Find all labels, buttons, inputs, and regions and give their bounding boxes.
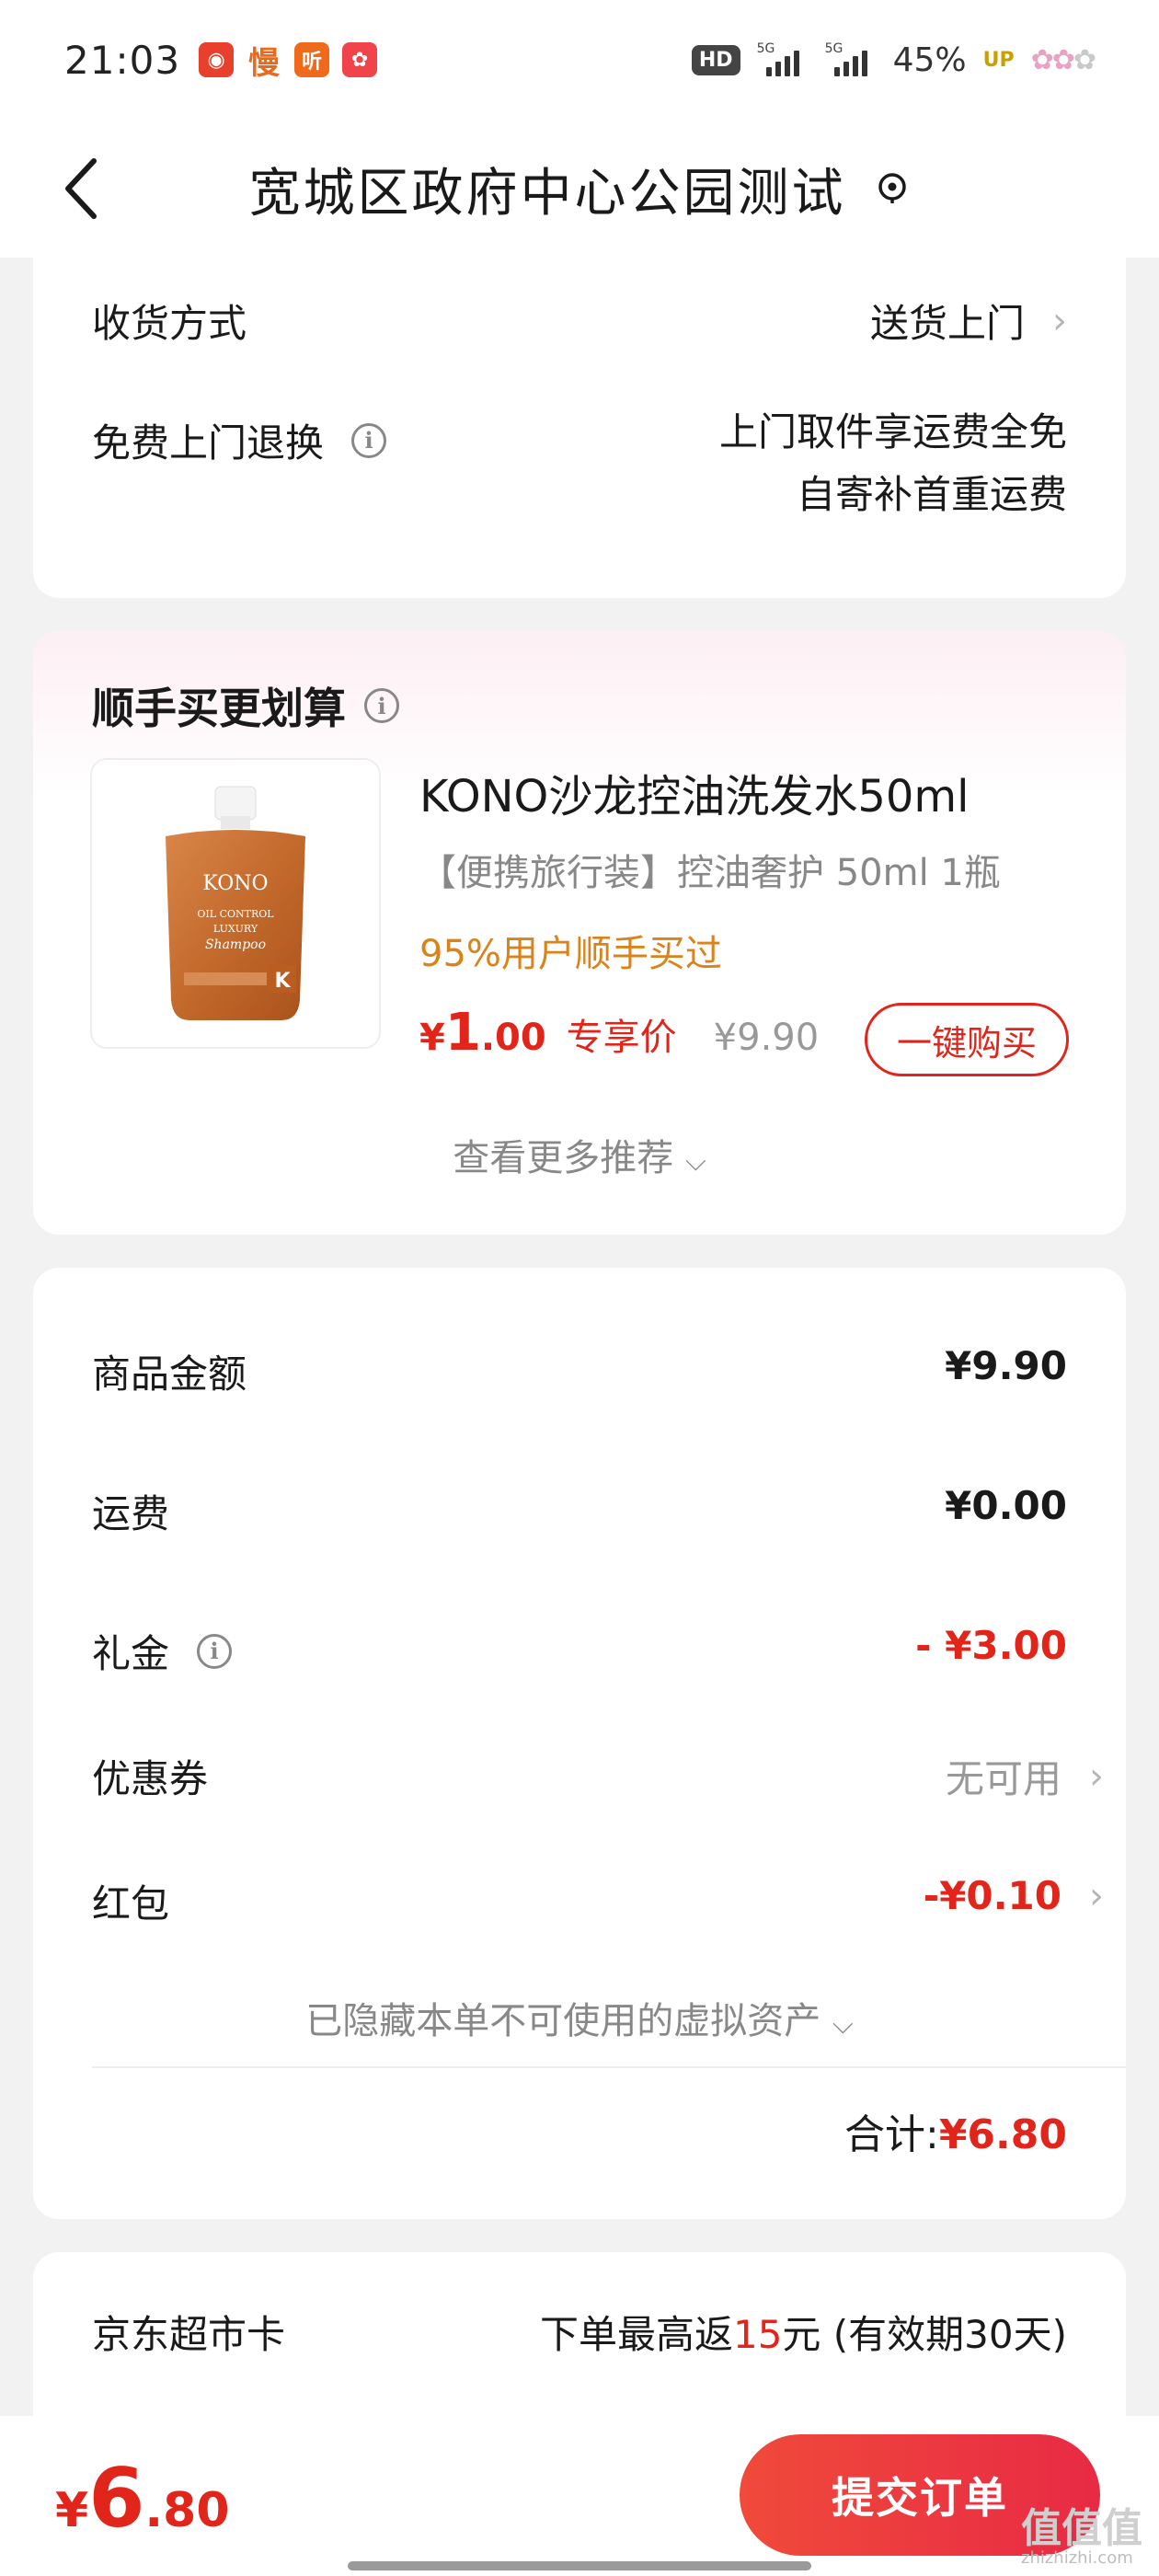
coupon-value: 无可用 › <box>946 1748 1104 1804</box>
hidden-assets-link[interactable]: 已隐藏本单不可使用的虚拟资产 ⌵ <box>33 1991 1126 2044</box>
product-spec: 【便携旅行装】控油奢护 50ml 1瓶 <box>419 852 1001 894</box>
coupon-label: 优惠券 <box>92 1756 209 1801</box>
product-image-line-1: OIL CONTROL <box>197 908 274 920</box>
info-icon[interactable]: i <box>197 1633 233 1669</box>
status-bar: 21:03 ◉ 慢 听 ✿ HD 5G 5G 45% UP ✿✿✿ <box>0 0 1159 120</box>
redpacket-value-text: -¥0.10 <box>923 1873 1061 1918</box>
gift-row: 礼金 i - ¥3.00 <box>92 1623 1067 1679</box>
battery-level: 45% <box>892 40 967 79</box>
summary-divider <box>92 2066 1126 2068</box>
watermark-url: zhizhizhi.com <box>1021 2548 1133 2568</box>
redpacket-row[interactable]: 红包 -¥0.10 › <box>92 1873 1104 1929</box>
hd-icon: HD <box>691 44 740 75</box>
bottom-bar: ¥6.80 提交订单 <box>0 2416 1159 2576</box>
bottom-price-int: 6 <box>88 2451 145 2546</box>
chevron-right-icon: › <box>1052 299 1067 342</box>
free-return-text: 免费上门退换 <box>92 420 325 466</box>
jd-card[interactable]: 京东超市卡 下单最高返15元 (有效期30天) <box>33 2252 1126 2416</box>
recommend-card: 顺手买更划算 i KONO OIL CONTROL LUXURY Shampoo… <box>33 631 1126 1235</box>
product-brand-text: KONO <box>202 872 268 895</box>
gift-label: 礼金 <box>92 1631 170 1676</box>
jd-offer-amount: 15 <box>732 2312 783 2357</box>
bottom-price-yen: ¥ <box>55 2483 89 2538</box>
watermark-logo: 值值值 <box>1021 2505 1142 2552</box>
delivery-method-text: 送货上门 <box>869 301 1025 346</box>
shampoo-pouch-image: KONO OIL CONTROL LUXURY Shampoo K <box>166 786 305 1020</box>
redpacket-label: 红包 <box>92 1881 170 1926</box>
jd-offer-pre: 下单最高返 <box>539 2312 733 2357</box>
ting-icon: 听 <box>294 42 330 77</box>
goods-amount-label: 商品金额 <box>92 1351 247 1397</box>
shipping-label: 运费 <box>92 1491 170 1536</box>
free-return-label: 免费上门退换 i <box>92 412 387 468</box>
product-image-line-3: Shampoo <box>205 937 266 952</box>
delivery-method-label: 收货方式 <box>92 301 247 346</box>
address-title[interactable]: 宽城区政府中心公园测试 <box>249 152 846 226</box>
star-icons: ✿✿✿ <box>1030 43 1096 76</box>
total-label: 合计: <box>843 2111 939 2158</box>
one-click-buy-button[interactable]: 一键购买 <box>865 1003 1069 1076</box>
price-summary-card: 商品金额 ¥9.90 运费 ¥0.00 礼金 i - ¥3.00 优惠券 无可用… <box>33 1268 1126 2219</box>
chevron-right-icon: › <box>1089 1754 1104 1798</box>
product-image-line-2: LUXURY <box>213 923 258 935</box>
signal-icon-2: 5G <box>825 41 877 78</box>
original-price: ¥9.90 <box>713 1017 820 1059</box>
manman-icon: 慢 <box>247 42 282 82</box>
jd-card-row: 京东超市卡 下单最高返15元 (有效期30天) <box>92 2304 1067 2360</box>
price-yen: ¥ <box>419 1017 445 1059</box>
gift-label-group: 礼金 i <box>92 1623 233 1679</box>
signal-icon: 5G <box>757 41 809 78</box>
status-time: 21:03 <box>64 37 181 83</box>
product-image-mark: K <box>274 970 291 993</box>
jd-card-offer: 下单最高返15元 (有效期30天) <box>540 2304 1067 2360</box>
netease-music-icon: ◉ <box>199 42 235 77</box>
redpacket-value: -¥0.10 › <box>924 1873 1104 1918</box>
info-icon[interactable]: i <box>351 422 387 458</box>
chevron-down-icon: ⌵ <box>684 1145 706 1178</box>
back-arrow-icon[interactable] <box>55 152 110 225</box>
shipping-value: ¥0.00 <box>945 1483 1067 1528</box>
coupon-row[interactable]: 优惠券 无可用 › <box>92 1748 1104 1804</box>
delivery-method-row[interactable]: 收货方式 送货上门 › <box>92 293 1067 349</box>
delivery-card: 收货方式 送货上门 › 免费上门退换 i 上门取件享运费全免 自寄补首重运费 <box>33 230 1126 598</box>
free-return-line-2: 自寄补首重运费 <box>796 472 1067 517</box>
shipping-row: 运费 ¥0.00 <box>92 1483 1067 1539</box>
total-value: ¥6.80 <box>938 2111 1067 2158</box>
jd-card-label: 京东超市卡 <box>92 2312 286 2357</box>
recommend-title-text: 顺手买更划算 <box>92 684 346 733</box>
bottom-total-price: ¥6.80 <box>55 2451 230 2546</box>
info-icon[interactable]: i <box>364 688 399 723</box>
price-dec: .00 <box>480 1017 546 1059</box>
up-icon: UP <box>982 48 1015 72</box>
status-app-icons: ◉ 慢 听 ✿ <box>199 42 378 82</box>
hidden-assets-text: 已隐藏本单不可使用的虚拟资产 <box>305 2000 821 2042</box>
product-image[interactable]: KONO OIL CONTROL LUXURY Shampoo K <box>90 758 381 1049</box>
chevron-down-icon: ⌵ <box>832 2008 854 2041</box>
delivery-method-value: 送货上门 › <box>870 293 1067 349</box>
free-return-row: 免费上门退换 i 上门取件享运费全免 自寄补首重运费 <box>92 409 1067 526</box>
gift-value: - ¥3.00 <box>915 1623 1067 1668</box>
product-tag: 95%用户顺手买过 <box>419 933 722 975</box>
home-indicator[interactable] <box>348 2561 811 2570</box>
product-price-row: ¥1.00 专享价 ¥9.90 <box>419 1003 819 1063</box>
location-pin-icon[interactable] <box>874 170 911 207</box>
bottom-price-dec: .80 <box>144 2483 230 2538</box>
product-name[interactable]: KONO沙龙控油洗发水50ml <box>419 760 970 824</box>
more-recommend-text: 查看更多推荐 <box>453 1137 674 1179</box>
exclusive-price-label: 专享价 <box>566 1017 677 1059</box>
free-return-line-1: 上门取件享运费全免 <box>718 409 1067 454</box>
goods-amount-row: 商品金额 ¥9.90 <box>92 1343 1067 1399</box>
jd-offer-post: 元 (有效期30天) <box>782 2312 1067 2357</box>
status-indicators: HD 5G 5G 45% UP ✿✿✿ <box>691 40 1096 79</box>
total-row: 合计: ¥6.80 <box>844 2101 1067 2160</box>
chevron-right-icon: › <box>1089 1874 1104 1917</box>
exclusive-price: ¥1.00 <box>419 1003 546 1063</box>
coupon-value-text: 无可用 <box>945 1756 1061 1801</box>
price-int: 1 <box>444 1003 481 1063</box>
xiaohongshu-icon: ✿ <box>342 42 378 77</box>
free-return-value: 上门取件享运费全免 自寄补首重运费 <box>719 401 1067 526</box>
goods-amount-value: ¥9.90 <box>945 1343 1067 1388</box>
more-recommend-link[interactable]: 查看更多推荐 ⌵ <box>33 1128 1126 1181</box>
recommend-title: 顺手买更划算 i <box>92 675 399 736</box>
